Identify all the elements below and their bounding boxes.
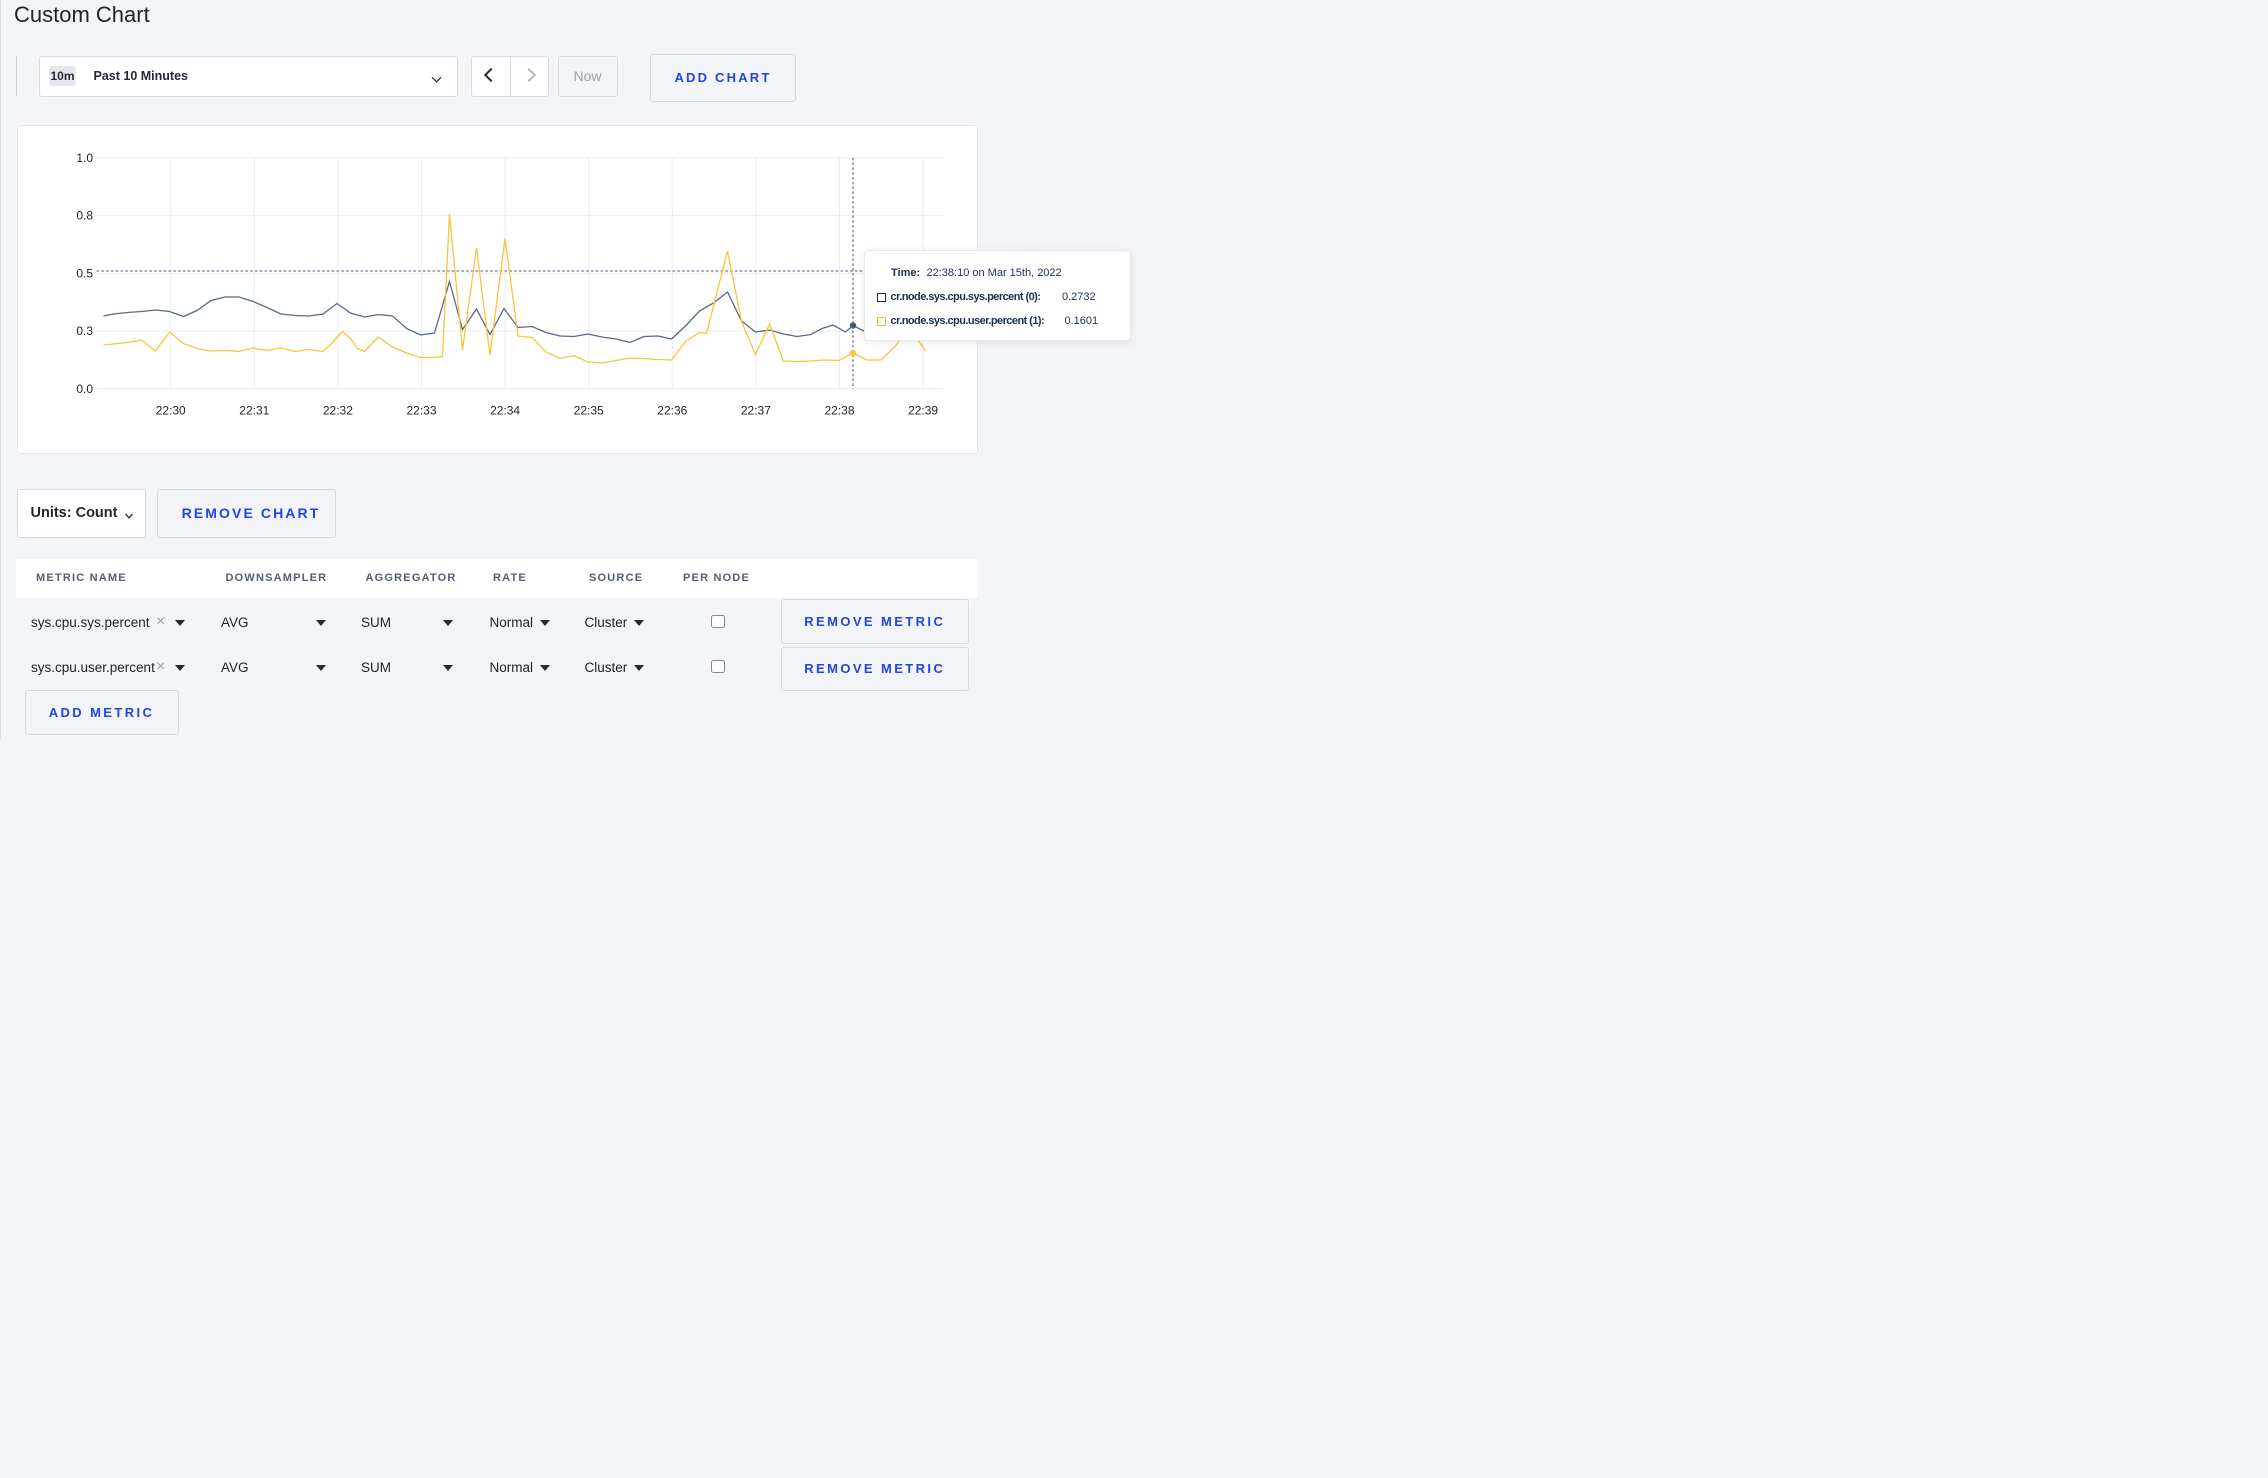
- svg-text:0.5: 0.5: [76, 266, 93, 280]
- svg-text:22:31: 22:31: [239, 404, 269, 418]
- svg-text:22:37: 22:37: [741, 404, 771, 418]
- svg-text:22:36: 22:36: [657, 404, 687, 418]
- svg-text:22:32: 22:32: [323, 404, 353, 418]
- svg-text:0.8: 0.8: [76, 208, 93, 222]
- svg-text:22:38: 22:38: [824, 404, 854, 418]
- svg-text:1.0: 1.0: [76, 151, 93, 165]
- svg-text:22:34: 22:34: [490, 404, 520, 418]
- svg-text:22:33: 22:33: [406, 404, 436, 418]
- svg-text:22:30: 22:30: [156, 404, 186, 418]
- svg-text:22:35: 22:35: [574, 404, 604, 418]
- svg-text:0.3: 0.3: [76, 324, 93, 338]
- svg-text:22:39: 22:39: [908, 404, 938, 418]
- svg-text:0.0: 0.0: [76, 382, 93, 396]
